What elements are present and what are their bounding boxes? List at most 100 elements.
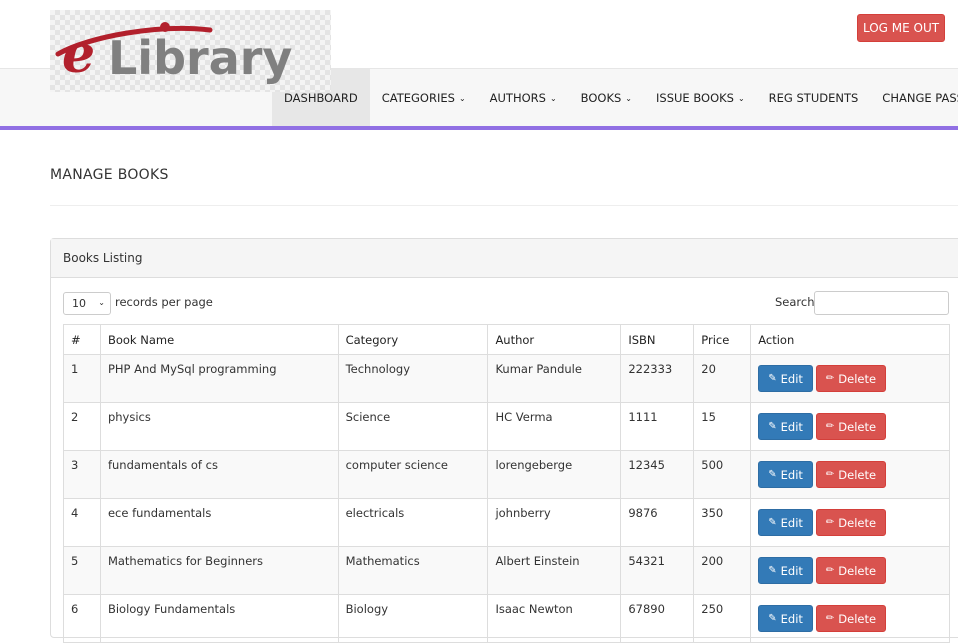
cell-category: Technology [337, 354, 489, 403]
cell-category: electricals [337, 498, 489, 547]
edit-button[interactable]: ✎ Edit [758, 461, 813, 488]
edit-label: Edit [780, 563, 803, 578]
nav-item-reg-students[interactable]: REG STUDENTS [757, 69, 871, 126]
cell-price: 200 [693, 546, 752, 595]
delete-button[interactable]: ✏ Delete [815, 365, 887, 392]
nav-item-label: CATEGORIES [381, 90, 455, 105]
edit-button[interactable]: ✎ Edit [758, 365, 813, 392]
cell-price: 20 [693, 354, 752, 403]
pencil-icon: ✏ [825, 613, 835, 624]
cell-price: 350 [693, 498, 752, 547]
table-row: 1 PHP And MySql programming Technology Kuma… [63, 354, 950, 403]
delete-label: Delete [838, 371, 877, 386]
cell-isbn: 222333 [620, 354, 695, 403]
cell-category: Biology [337, 594, 489, 643]
logo-graphic: e Library [55, 22, 292, 85]
edit-label: Edit [780, 515, 803, 530]
delete-button[interactable]: ✏ Delete [815, 557, 887, 584]
pencil-icon: ✏ [825, 517, 835, 528]
panel-heading: Books Listing [51, 239, 958, 278]
delete-button[interactable]: ✏ Delete [815, 605, 887, 632]
column-header[interactable]: ISBN [620, 324, 695, 355]
cell-isbn: 9876 [620, 498, 695, 547]
edit-button[interactable]: ✎ Edit [758, 509, 813, 536]
cell-actions: ✎ Edit ✏ Delete [750, 354, 950, 403]
cell-category: Mathematics [337, 546, 489, 595]
chevron-down-icon: ⌄ [737, 94, 745, 103]
cell-row-number: 3 [63, 450, 101, 499]
delete-button[interactable]: ✏ Delete [815, 509, 887, 536]
search-label: Search: [775, 295, 819, 309]
cell-row-number: 5 [63, 546, 101, 595]
pencil-icon: ✏ [825, 565, 835, 576]
search-input[interactable] [814, 291, 949, 315]
nav-item-label: REG STUDENTS [768, 90, 859, 105]
table-row: 4 ece fundamentals electricals johnberry 987… [63, 498, 950, 547]
cell-actions: ✎ Edit ✏ Delete [750, 498, 950, 547]
cell-actions: ✎ Edit ✏ Delete [750, 594, 950, 643]
records-per-page-label: records per page [115, 295, 213, 309]
cell-author: lorengeberge [487, 450, 622, 499]
cell-isbn: 67890 [620, 594, 695, 643]
cell-author: Albert Einstein [487, 546, 622, 595]
edit-button[interactable]: ✎ Edit [758, 605, 813, 632]
column-header[interactable]: Book Name [99, 324, 339, 355]
cell-row-number: 4 [63, 498, 101, 547]
edit-label: Edit [780, 419, 803, 434]
nav-item-change-password[interactable]: CHANGE PASSWORD [870, 69, 958, 126]
nav-menu: DASHBOARD CATEGORIES ⌄ AUTHORS ⌄ BOOKS ⌄ ISSUE … [272, 69, 958, 126]
logout-button[interactable]: LOG ME OUT [857, 14, 945, 42]
cell-price: 15 [693, 402, 752, 451]
delete-label: Delete [838, 515, 877, 530]
cell-price: 250 [693, 594, 752, 643]
column-header[interactable]: Author [487, 324, 622, 355]
edit-button[interactable]: ✎ Edit [758, 413, 813, 440]
edit-icon: ✎ [768, 469, 777, 480]
books-table: # Book Name Category Author ISBN Price Action … [63, 324, 950, 643]
nav-item-issue-books[interactable]: ISSUE BOOKS ⌄ [644, 69, 757, 126]
nav-item-label: DASHBOARD [284, 90, 358, 105]
column-header[interactable]: Category [337, 324, 489, 355]
column-header[interactable]: Price [693, 324, 752, 355]
delete-label: Delete [838, 467, 877, 482]
chevron-down-icon: ⌄ [625, 94, 632, 103]
edit-icon: ✎ [768, 421, 777, 432]
cell-category: Science [337, 402, 489, 451]
books-listing-panel: Books Listing 10 ⌄ records per page Sear… [50, 238, 958, 643]
edit-icon: ✎ [768, 373, 777, 384]
cell-book-name: ece fundamentals [99, 498, 339, 547]
table-row: 3 fundamentals of cs computer science loren… [63, 450, 950, 499]
cell-author: Isaac Newton [487, 594, 622, 643]
cell-book-name: Biology Fundamentals [99, 594, 339, 643]
nav-item-authors[interactable]: AUTHORS ⌄ [478, 69, 569, 126]
column-header[interactable]: # [63, 324, 101, 355]
edit-button[interactable]: ✎ Edit [758, 557, 813, 584]
table-body: 1 PHP And MySql programming Technology Kuma… [63, 354, 950, 643]
nav-item-label: AUTHORS [489, 90, 546, 105]
nav-item-books[interactable]: BOOKS ⌄ [569, 69, 644, 126]
elibrary-logo[interactable]: e Library [50, 10, 331, 92]
cell-author: johnberry [487, 498, 622, 547]
column-header[interactable]: Action [750, 324, 950, 355]
edit-label: Edit [780, 371, 803, 386]
cell-actions: ✎ Edit ✏ Delete [750, 450, 950, 499]
records-per-page-select[interactable]: 10 ⌄ [63, 292, 111, 315]
cell-row-number: 2 [63, 402, 101, 451]
cell-author: HC Verma [487, 402, 622, 451]
nav-item-label: BOOKS [580, 90, 622, 105]
cell-category: computer science [337, 450, 489, 499]
nav-item-label: ISSUE BOOKS [656, 90, 734, 105]
edit-label: Edit [780, 611, 803, 626]
page-title: MANAGE BOOKS [50, 167, 169, 183]
delete-button[interactable]: ✏ Delete [815, 413, 887, 440]
cell-actions: ✎ Edit ✏ Delete [750, 546, 950, 595]
cell-book-name: physics [99, 402, 339, 451]
delete-label: Delete [838, 563, 877, 578]
logo-e-letter: e [62, 24, 95, 85]
table-row: 2 physics Science HC Verma 1111 15 ✎ Edit ✏ Delet… [63, 402, 950, 451]
cell-price: 500 [693, 450, 752, 499]
delete-button[interactable]: ✏ Delete [815, 461, 887, 488]
nav-item-categories[interactable]: CATEGORIES ⌄ [370, 69, 478, 126]
edit-icon: ✎ [768, 613, 777, 624]
table-row: 6 Biology Fundamentals Biology Isaac Newton… [63, 594, 950, 643]
